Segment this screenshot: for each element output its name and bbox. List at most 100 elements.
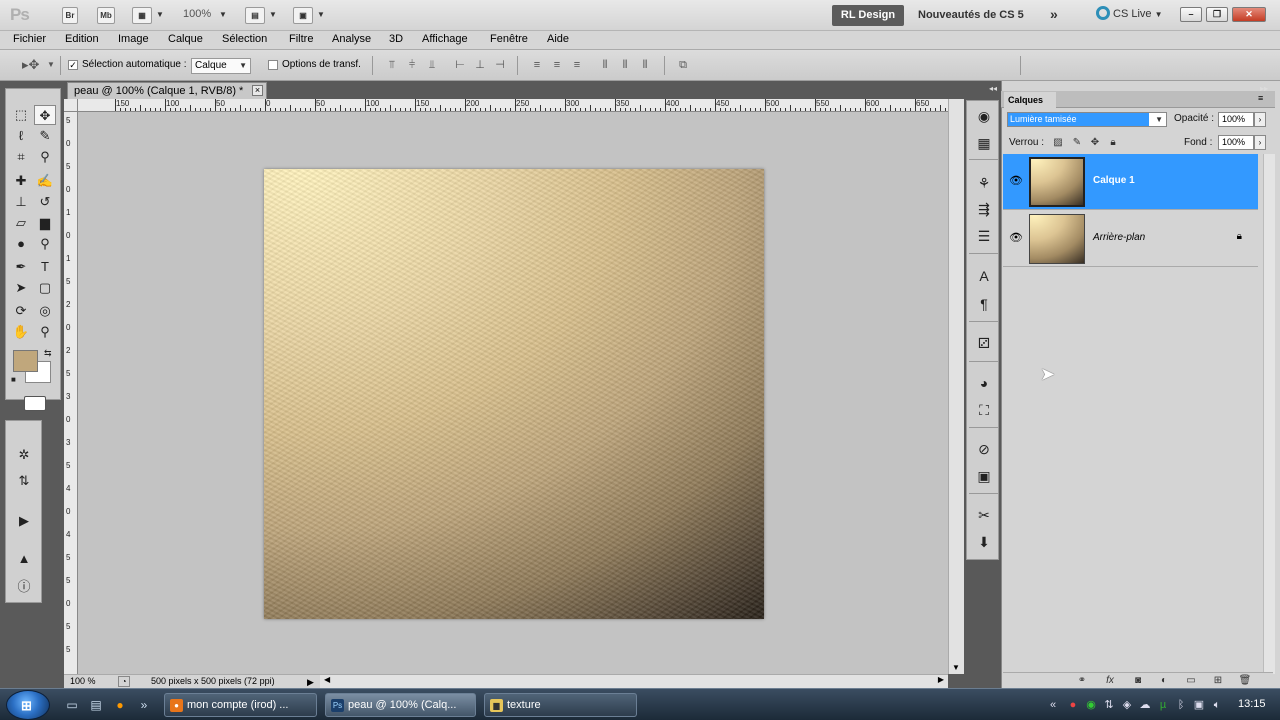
menu-3d[interactable]: 3D: [389, 33, 403, 45]
status-info-icon[interactable]: ◔: [118, 676, 130, 687]
align-left-icon[interactable]: ⊢: [453, 58, 467, 72]
screen-mode-button[interactable]: ▣: [293, 7, 313, 24]
vertical-ruler[interactable]: 5 0 5 0 1 0 1 5 2 0 2 5 3 0 3 5 4 0 4 5 5 0 5 5: [64, 112, 78, 674]
styles-panel-icon[interactable]: ⇶: [973, 199, 995, 219]
document-tab[interactable]: peau @ 100% (Calque 1, RVB/8) * ×: [67, 82, 267, 99]
layers-scrollbar[interactable]: [1263, 154, 1275, 674]
workspace-new-cs5[interactable]: Nouveautés de CS 5: [918, 9, 1024, 21]
cs-live-menu[interactable]: CS Live ▼: [1096, 6, 1163, 21]
zoom-level-select[interactable]: 100%: [183, 8, 211, 20]
distribute-horizontal-center-icon[interactable]: ⦀: [618, 58, 632, 72]
3d-rotate-tool-icon[interactable]: ⟳: [10, 301, 32, 321]
view-extras-button[interactable]: ▦: [132, 7, 152, 24]
eraser-tool-icon[interactable]: ▱: [10, 213, 32, 233]
taskbar-firefox[interactable]: ● mon compte (irod) ...: [164, 693, 317, 717]
arrange-documents-button[interactable]: ▤: [245, 7, 265, 24]
layer-row-arriere-plan[interactable]: 👁︎ Arrière-plan 🔒︎: [1003, 211, 1258, 267]
menu-calque[interactable]: Calque: [168, 33, 203, 45]
taskbar-photoshop[interactable]: Ps peau @ 100% (Calq...: [325, 693, 476, 717]
layer-comps-panel-icon[interactable]: ⬇: [973, 532, 995, 552]
auto-align-layers-icon[interactable]: ⧉: [676, 58, 690, 72]
lock-pixels-icon[interactable]: ✎: [1071, 137, 1083, 148]
add-mask-icon[interactable]: ◙: [1131, 675, 1145, 687]
layer-row-calque-1[interactable]: 👁︎ Calque 1: [1003, 154, 1258, 210]
layers-tab[interactable]: Calques: [1004, 92, 1056, 108]
animation-icon[interactable]: ▶: [13, 511, 35, 531]
show-desktop-icon[interactable]: ▭: [64, 698, 80, 712]
blend-mode-select[interactable]: Lumière tamisée ▼: [1007, 112, 1167, 127]
quicklaunch-more-icon[interactable]: »: [136, 698, 152, 712]
dodge-tool-icon[interactable]: ⚲: [34, 234, 56, 254]
collapse-dock-icon[interactable]: ◂◂: [989, 84, 997, 93]
screen-mode-caret[interactable]: ▼: [317, 8, 325, 20]
menu-aide[interactable]: Aide: [547, 33, 569, 45]
lock-all-icon[interactable]: 🔒︎: [1107, 137, 1119, 148]
masks-panel-icon[interactable]: ☰: [973, 226, 995, 246]
minimize-button[interactable]: –: [1180, 7, 1202, 22]
ruler-origin[interactable]: [64, 99, 78, 112]
lasso-tool-icon[interactable]: ℓ: [10, 126, 32, 146]
healing-brush-tool-icon[interactable]: ✚: [10, 171, 32, 191]
actions-panel-icon[interactable]: ⚂: [973, 333, 995, 353]
align-vertical-center-icon[interactable]: ⫩: [405, 58, 419, 72]
scroll-down-icon[interactable]: ▼: [952, 663, 960, 672]
zoom-caret[interactable]: ▼: [219, 8, 227, 20]
menu-fichier[interactable]: Fichier: [13, 33, 46, 45]
tray-utorrent-icon[interactable]: µ: [1156, 698, 1170, 712]
history-panel-icon[interactable]: ⊘: [973, 439, 995, 459]
paragraph-panel-icon[interactable]: ¶: [973, 294, 995, 314]
eyedropper-tool-icon[interactable]: ⚲: [34, 147, 56, 167]
menu-analyse[interactable]: Analyse: [332, 33, 371, 45]
menu-affichage[interactable]: Affichage: [422, 33, 468, 45]
zoom-tool-icon[interactable]: ⚲: [34, 322, 56, 342]
align-horizontal-center-icon[interactable]: ⊥: [473, 58, 487, 72]
lock-position-icon[interactable]: ✥: [1089, 137, 1101, 148]
tray-app-icon[interactable]: ◈: [1120, 698, 1134, 712]
align-bottom-icon[interactable]: ⫫: [425, 58, 439, 72]
document-canvas[interactable]: [264, 169, 764, 619]
tray-volume-icon[interactable]: 🔈︎: [1210, 698, 1224, 712]
lock-transparency-icon[interactable]: ▨: [1052, 137, 1064, 148]
tray-bluetooth-icon[interactable]: ᛒ: [1174, 698, 1188, 712]
tray-antivirus-icon[interactable]: ●: [1066, 698, 1080, 712]
scroll-right-icon[interactable]: ▶: [938, 675, 944, 684]
arrange-caret[interactable]: ▼: [269, 8, 277, 20]
swatches-panel-icon[interactable]: ▦: [973, 133, 995, 153]
distribute-bottom-icon[interactable]: ≡: [570, 58, 584, 72]
transform-controls-checkbox[interactable]: [268, 60, 278, 70]
opacity-field[interactable]: 100%: [1218, 112, 1254, 127]
foreground-color-swatch-face[interactable]: [13, 350, 38, 372]
restore-button[interactable]: ❐: [1206, 7, 1228, 22]
fill-slider-arrow-icon[interactable]: ›: [1254, 135, 1266, 150]
auto-select-target-select[interactable]: Calque ▼: [191, 58, 251, 74]
move-tool-icon[interactable]: ✥: [34, 105, 56, 125]
clone-source-icon[interactable]: ⇅: [13, 471, 35, 491]
transform-panel-icon[interactable]: ⛶: [973, 400, 995, 420]
fill-field[interactable]: 100%: [1218, 135, 1254, 150]
color-panel-icon[interactable]: ◉: [973, 106, 995, 126]
delete-layer-icon[interactable]: 🗑︎: [1238, 675, 1252, 687]
quick-selection-tool-icon[interactable]: ✎: [34, 126, 56, 146]
character-panel-icon[interactable]: A: [973, 266, 995, 286]
history-brush-tool-icon[interactable]: ↺: [34, 192, 56, 212]
tray-network-icon[interactable]: ⇅: [1102, 698, 1116, 712]
taskbar-texture-folder[interactable]: ▆ texture: [484, 693, 637, 717]
scroll-left-icon[interactable]: ◀: [324, 675, 330, 684]
camera-panel-icon[interactable]: ▣: [973, 466, 995, 486]
hand-tool-icon[interactable]: ✋: [10, 322, 32, 342]
bridge-button[interactable]: Br: [62, 7, 78, 24]
link-layers-icon[interactable]: ⚭: [1075, 675, 1089, 687]
zoom-status-field[interactable]: 100 %: [70, 675, 96, 688]
menu-fenetre[interactable]: Fenêtre: [490, 33, 528, 45]
more-workspaces-chevron-icon[interactable]: »: [1050, 6, 1058, 22]
distribute-vertical-center-icon[interactable]: ≡: [550, 58, 564, 72]
move-tool-preset-icon[interactable]: ▸✥: [22, 58, 39, 72]
tray-expand-icon[interactable]: «: [1046, 698, 1060, 712]
close-button[interactable]: ✕: [1232, 7, 1266, 22]
menu-edition[interactable]: Edition: [65, 33, 99, 45]
horizontal-scrollbar[interactable]: ◀ ▶: [320, 674, 948, 688]
close-document-icon[interactable]: ×: [252, 85, 263, 96]
adjustments-panel-icon[interactable]: ⚘: [973, 173, 995, 193]
visibility-eye-icon[interactable]: 👁︎: [1009, 174, 1023, 187]
brush-presets-icon[interactable]: ✲: [13, 445, 35, 465]
